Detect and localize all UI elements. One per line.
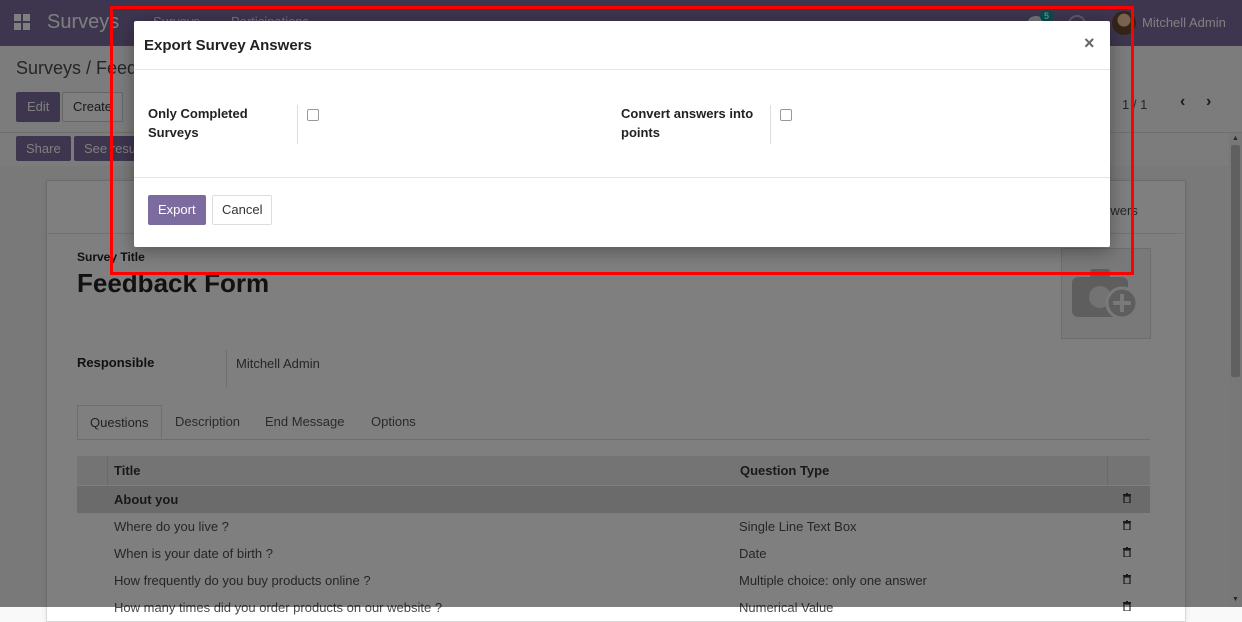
highlight-box: [110, 6, 1134, 275]
